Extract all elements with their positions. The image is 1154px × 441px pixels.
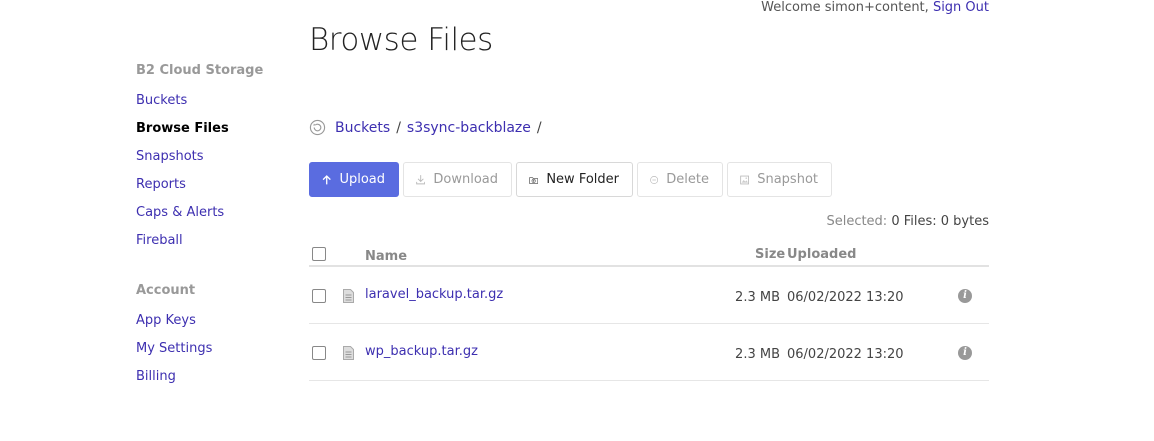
sidebar-item-fireball[interactable]: Fireball: [136, 233, 183, 248]
toolbar: Upload Download New Folder Delete Snapsh…: [309, 162, 832, 197]
table-header: Name Size Uploaded: [309, 238, 989, 267]
refresh-icon[interactable]: [309, 119, 326, 136]
column-name-header[interactable]: Name: [365, 249, 407, 264]
file-icon: [343, 289, 354, 303]
breadcrumb-buckets[interactable]: Buckets: [335, 120, 390, 136]
row-checkbox[interactable]: [312, 346, 326, 360]
breadcrumb-bucket[interactable]: s3sync-backblaze: [407, 120, 531, 136]
file-size: 2.3 MB: [735, 347, 780, 362]
arrow-up-icon: [322, 174, 331, 184]
welcome-bar: Welcome simon+content, Sign Out: [761, 0, 989, 15]
download-button[interactable]: Download: [403, 162, 512, 197]
snapshot-label: Snapshot: [757, 172, 818, 187]
row-checkbox[interactable]: [312, 289, 326, 303]
file-uploaded: 06/02/2022 13:20: [787, 290, 904, 305]
selection-value: 0 Files: 0 bytes: [891, 214, 989, 229]
file-table: Name Size Uploaded laravel_backup.tar.gz…: [309, 238, 989, 381]
welcome-text: Welcome simon+content,: [761, 0, 929, 15]
file-uploaded: 06/02/2022 13:20: [787, 347, 904, 362]
delete-label: Delete: [666, 172, 709, 187]
folder-plus-icon: [529, 176, 539, 184]
file-name-link[interactable]: wp_backup.tar.gz: [365, 344, 478, 359]
snapshot-button[interactable]: Snapshot: [727, 162, 832, 197]
file-size: 2.3 MB: [735, 290, 780, 305]
sidebar-item-snapshots[interactable]: Snapshots: [136, 149, 204, 164]
new-folder-label: New Folder: [546, 172, 619, 187]
sidebar-heading-storage: B2 Cloud Storage: [136, 63, 264, 78]
sidebar-item-buckets[interactable]: Buckets: [136, 93, 187, 108]
sidebar-item-billing[interactable]: Billing: [136, 369, 176, 384]
breadcrumb-separator: /: [396, 119, 401, 136]
table-row[interactable]: laravel_backup.tar.gz 2.3 MB 06/02/2022 …: [309, 267, 989, 324]
sign-out-link[interactable]: Sign Out: [933, 0, 989, 15]
sidebar-heading-account: Account: [136, 283, 196, 298]
selection-label: Selected:: [826, 214, 888, 229]
breadcrumb: Buckets / s3sync-backblaze /: [309, 119, 542, 136]
breadcrumb-trailing-separator: /: [536, 119, 542, 136]
upload-label: Upload: [339, 172, 385, 187]
column-uploaded-header[interactable]: Uploaded: [787, 247, 856, 262]
sidebar-item-my-settings[interactable]: My Settings: [136, 341, 212, 356]
table-row[interactable]: wp_backup.tar.gz 2.3 MB 06/02/2022 13:20…: [309, 324, 989, 381]
page-title: Browse Files: [309, 22, 493, 58]
sidebar-item-reports[interactable]: Reports: [136, 177, 186, 192]
file-icon: [343, 346, 354, 360]
delete-button[interactable]: Delete: [637, 162, 723, 197]
select-all-checkbox[interactable]: [312, 247, 326, 261]
column-size-header[interactable]: Size: [755, 247, 785, 262]
download-label: Download: [433, 172, 498, 187]
image-icon: [740, 175, 749, 184]
sidebar-item-app-keys[interactable]: App Keys: [136, 313, 196, 328]
file-name-link[interactable]: laravel_backup.tar.gz: [365, 287, 503, 302]
minus-circle-icon: [650, 175, 659, 184]
new-folder-button[interactable]: New Folder: [516, 162, 633, 197]
sidebar-item-browse-files[interactable]: Browse Files: [136, 121, 229, 136]
info-icon[interactable]: i: [958, 346, 972, 360]
sidebar-item-caps-alerts[interactable]: Caps & Alerts: [136, 205, 224, 220]
info-icon[interactable]: i: [958, 289, 972, 303]
upload-button[interactable]: Upload: [309, 162, 399, 197]
selection-summary: Selected: 0 Files: 0 bytes: [826, 214, 989, 229]
download-icon: [416, 175, 426, 185]
